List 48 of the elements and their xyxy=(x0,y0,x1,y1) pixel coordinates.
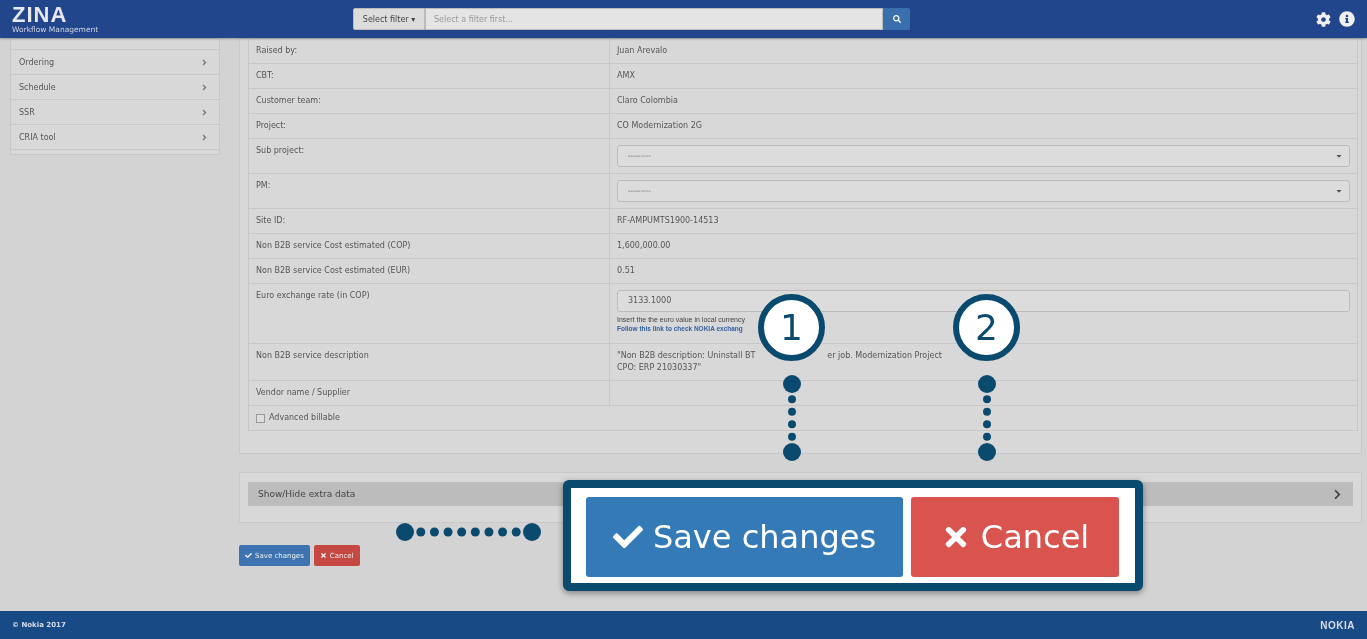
field-value: Claro Colombia xyxy=(617,96,678,105)
field-value: 0.51 xyxy=(617,266,635,275)
search-button[interactable] xyxy=(883,8,910,30)
save-button[interactable]: Save changes xyxy=(586,497,903,577)
field-value: RF-AMPUMTS1900-14513 xyxy=(617,216,719,225)
field-label: Customer team: xyxy=(255,95,322,107)
sidebar-item[interactable]: Ordering xyxy=(11,50,219,75)
input-field[interactable]: 3133.1000 xyxy=(617,290,1350,312)
field-label: PM: xyxy=(255,180,272,192)
field-label: Site ID: xyxy=(255,215,287,227)
field-label: CBT: xyxy=(255,70,275,82)
field-label: Non B2B service description xyxy=(255,350,370,362)
sidebar-item[interactable]: CRIA tool xyxy=(11,125,219,150)
chevron-icon xyxy=(200,57,209,67)
checkbox[interactable] xyxy=(256,413,265,423)
chevron-icon xyxy=(200,132,209,142)
description-text: CPO: ERP 21030337" xyxy=(617,362,703,374)
footer-brand: NOKIA xyxy=(1320,619,1355,631)
field-value: 1,600,000.00 xyxy=(617,241,671,250)
field-label: Project: xyxy=(255,120,288,132)
chevron-icon xyxy=(200,82,209,92)
chevron-icon xyxy=(200,107,209,117)
field-value: CO Modernization 2G xyxy=(617,121,702,130)
info-icon[interactable] xyxy=(1339,11,1355,27)
settings-icon[interactable] xyxy=(1316,11,1331,27)
description-text: "Non B2B description: Uninstall BT xyxy=(617,350,756,362)
filter-field[interactable]: Select a filter first... xyxy=(425,8,883,30)
field-label: Sub project: xyxy=(255,145,306,157)
field-label: Vendor name / Supplier xyxy=(255,387,352,399)
filter-dropdown[interactable]: Select filter ▾ xyxy=(353,8,425,30)
caret-icon xyxy=(1335,187,1343,195)
close-icon xyxy=(319,552,327,559)
caret-icon xyxy=(1335,152,1343,160)
checkbox-label: Advanced billable xyxy=(269,412,340,424)
field-value: AMX xyxy=(617,71,635,80)
field-label: Raised by: xyxy=(255,45,299,57)
logo: ZINA xyxy=(12,4,68,25)
field-label: Non B2B service Cost estimated (COP) xyxy=(255,240,412,252)
field-label: Euro exchange rate (in COP) xyxy=(255,290,371,302)
field-label: Non B2B service Cost estimated (EUR) xyxy=(255,265,412,277)
cancel-button[interactable]: Cancel xyxy=(911,497,1119,577)
sidebar-item[interactable]: SSR xyxy=(11,100,219,125)
chevron-icon xyxy=(1332,488,1343,500)
sidebar-item[interactable]: Schedule xyxy=(11,75,219,100)
search-icon xyxy=(892,15,901,23)
description-text: er job. Modernization Project xyxy=(827,350,942,362)
check-icon xyxy=(245,552,252,559)
field-value: Juan Arevalo xyxy=(617,46,668,55)
